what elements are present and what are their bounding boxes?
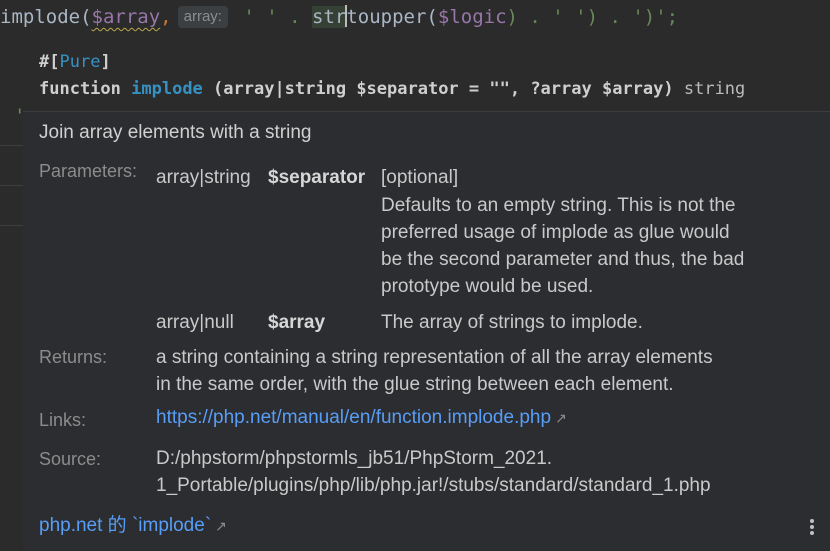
- sig-function-name: implode: [131, 79, 203, 99]
- signature-block: #[Pure] function implode (array|string $…: [23, 35, 830, 112]
- attr-close: ]: [100, 52, 111, 72]
- param-name: $array: [268, 312, 326, 333]
- code-line[interactable]: implode($array, array: ' ' . strtoupper($…: [0, 0, 830, 35]
- returns-label: Returns:: [39, 347, 108, 367]
- footer-link-row: php.net 的 `implode` ↗: [39, 510, 227, 537]
- gutter-divider: [0, 145, 23, 146]
- parameter-hint: array:: [177, 6, 228, 28]
- doc-body: Join array elements with a string Parame…: [23, 112, 830, 551]
- code-fn-2: toupper(: [346, 6, 438, 28]
- source-line: 1_Portable/plugins/php/lib/php.jar!/stub…: [156, 475, 711, 496]
- links-label: Links:: [39, 410, 87, 430]
- signature-line: function implode (array|string $separato…: [39, 76, 830, 103]
- code-var-array: $array: [91, 6, 161, 28]
- code-tail: ) . ' ') . ')';: [506, 6, 679, 28]
- code-highlight: str: [312, 6, 347, 28]
- code-string: ' ' .: [231, 6, 313, 28]
- phpnet-link[interactable]: php.net 的 `implode`: [39, 515, 211, 536]
- returns-line: a string containing a string representat…: [156, 347, 713, 368]
- param-type: array|null: [156, 312, 234, 333]
- param-desc-line: Defaults to an empty string. This is not…: [381, 195, 736, 216]
- attr-open: #[: [39, 52, 60, 72]
- attribute-line: #[Pure]: [39, 49, 830, 76]
- param-desc-line: preferred usage of implode as glue would: [381, 222, 730, 243]
- param-name: $separator: [268, 167, 366, 188]
- param-desc-line: The array of strings to implode.: [381, 312, 643, 333]
- param-tag: [optional]: [381, 167, 459, 188]
- gutter-divider: [0, 225, 23, 226]
- returns-line: in the same order, with the glue string …: [156, 374, 674, 395]
- manual-link[interactable]: https://php.net/manual/en/function.implo…: [156, 407, 551, 428]
- param-desc-line: be the second parameter and thus, the ba…: [381, 249, 745, 270]
- editor-gutter: ': [0, 35, 25, 551]
- doc-description: Join array elements with a string: [39, 122, 312, 143]
- source-line: D:/phpstorm/phpstormls_jb51/PhpStorm_202…: [156, 448, 553, 469]
- param-desc-line: prototype would be used.: [381, 276, 594, 297]
- sig-params: (array|string $separator = "", ?array $a…: [202, 79, 674, 99]
- external-link-icon: ↗: [555, 410, 567, 426]
- sig-keyword: function: [39, 79, 121, 99]
- parameters-label: Parameters:: [39, 161, 138, 181]
- sig-return-type: string: [683, 79, 746, 99]
- code-var-logic: $logic: [437, 6, 507, 28]
- gutter-divider: [0, 185, 23, 186]
- external-link-icon: ↗: [215, 518, 227, 534]
- more-options-icon[interactable]: [810, 517, 816, 537]
- attr-name: Pure: [59, 52, 101, 72]
- documentation-popup[interactable]: #[Pure] function implode (array|string $…: [23, 35, 830, 551]
- doc-link-row: https://php.net/manual/en/function.implo…: [156, 407, 567, 429]
- param-type: array|string: [156, 167, 251, 188]
- code-fn: implode(: [0, 6, 92, 28]
- source-label: Source:: [39, 449, 102, 469]
- code-comma: ,: [160, 6, 172, 28]
